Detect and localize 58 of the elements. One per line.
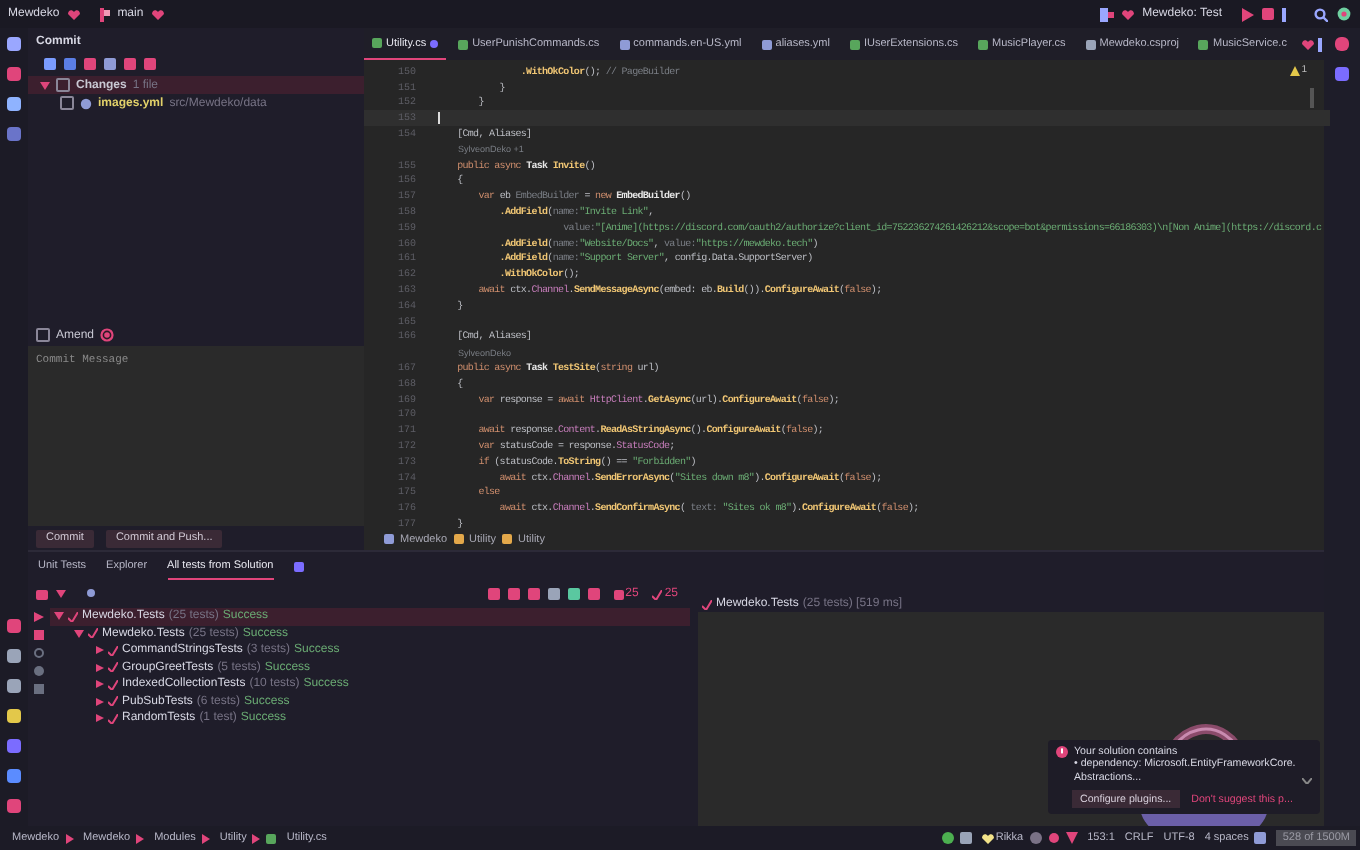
check-icon bbox=[702, 599, 712, 609]
chevron-icon[interactable] bbox=[1302, 778, 1312, 784]
notification-icon[interactable] bbox=[1334, 36, 1350, 52]
close-icon[interactable] bbox=[293, 561, 304, 571]
test-icon bbox=[613, 589, 624, 599]
scrollbar[interactable] bbox=[1310, 88, 1315, 108]
tool-window-icon[interactable] bbox=[1334, 66, 1350, 82]
heart-icon bbox=[1302, 39, 1315, 49]
record-icon[interactable] bbox=[1047, 832, 1060, 844]
breadcrumb-icon bbox=[384, 534, 394, 544]
heart-icon bbox=[67, 9, 80, 19]
breadcrumb-icon bbox=[453, 534, 464, 544]
filter-icon[interactable] bbox=[34, 666, 44, 676]
file-icon bbox=[1198, 39, 1209, 49]
file-icon bbox=[458, 39, 469, 49]
run-icon[interactable] bbox=[36, 589, 48, 599]
heart-icon bbox=[981, 833, 994, 843]
chevron-icon bbox=[252, 833, 261, 843]
run-icon[interactable] bbox=[1242, 7, 1254, 21]
chevron-icon[interactable] bbox=[40, 81, 50, 89]
chevron-icon[interactable] bbox=[94, 714, 104, 723]
chevron-icon[interactable] bbox=[94, 663, 104, 672]
file-icon bbox=[619, 39, 630, 49]
chevron-icon[interactable] bbox=[56, 590, 66, 598]
info-icon bbox=[1056, 745, 1068, 757]
check-icon bbox=[652, 589, 663, 599]
chevron-icon[interactable] bbox=[94, 646, 104, 655]
heart-icon bbox=[1122, 9, 1135, 19]
settings-icon[interactable] bbox=[1336, 6, 1352, 22]
chevron-icon[interactable] bbox=[74, 629, 84, 638]
file-icon bbox=[761, 39, 772, 49]
checkbox[interactable] bbox=[56, 78, 70, 92]
more-icon[interactable] bbox=[1318, 37, 1323, 51]
rerun-icon[interactable] bbox=[34, 648, 44, 658]
chevron-icon bbox=[201, 833, 210, 843]
chevron-icon[interactable] bbox=[94, 697, 104, 706]
file-icon bbox=[1085, 39, 1096, 49]
chevron-icon bbox=[136, 833, 145, 843]
file-icon bbox=[372, 38, 382, 48]
chevron-icon[interactable] bbox=[94, 680, 104, 689]
search-icon[interactable] bbox=[1314, 7, 1328, 21]
amend-checkbox[interactable] bbox=[36, 328, 50, 342]
run-icon[interactable] bbox=[34, 612, 44, 622]
heart-icon bbox=[151, 9, 164, 19]
file-icon bbox=[80, 97, 92, 109]
breadcrumb-icon bbox=[502, 534, 512, 544]
circle-icon[interactable] bbox=[1029, 832, 1042, 844]
text-cursor bbox=[438, 112, 440, 125]
search-icon[interactable] bbox=[86, 588, 98, 600]
status-icon[interactable] bbox=[941, 832, 954, 844]
chevron-icon bbox=[65, 833, 74, 843]
file-icon bbox=[266, 833, 277, 843]
warning-icon[interactable] bbox=[1289, 65, 1300, 75]
checkbox[interactable] bbox=[60, 96, 74, 110]
file-icon bbox=[849, 39, 860, 49]
stop-icon[interactable] bbox=[1262, 8, 1274, 20]
chevron-icon[interactable] bbox=[54, 612, 64, 621]
file-icon bbox=[978, 39, 989, 49]
